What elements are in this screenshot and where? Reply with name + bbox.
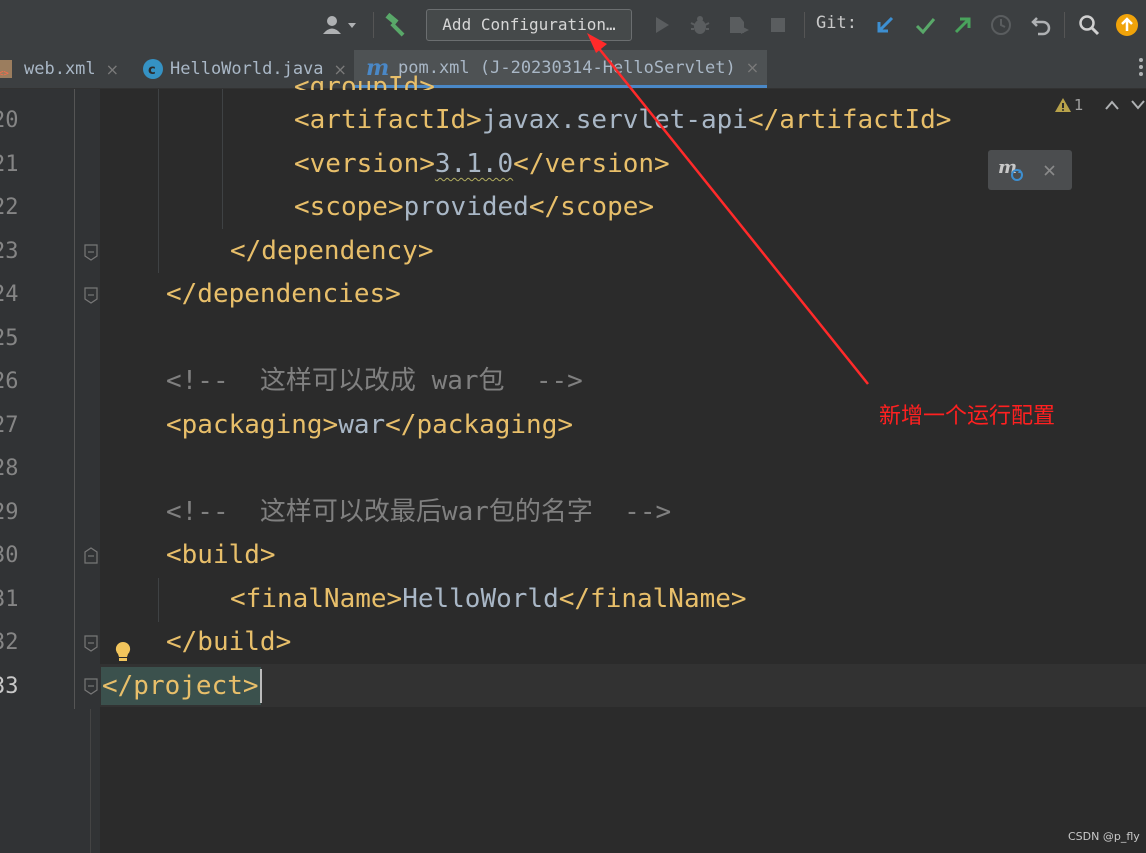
java-class-icon: c [143, 59, 163, 79]
rollback-icon[interactable] [1028, 14, 1054, 36]
tab-close-icon[interactable]: × [746, 58, 759, 77]
line-number: 21 [0, 152, 19, 177]
text-caret [260, 669, 262, 703]
line-number: 20 [0, 108, 19, 133]
tab-close-icon[interactable]: × [106, 60, 119, 79]
git-push-icon[interactable] [950, 14, 976, 36]
maven-reload-icon[interactable]: m [998, 157, 1026, 183]
line-number: 25 [0, 326, 19, 351]
code-line-21: <version>3.1.0</version> [294, 149, 670, 179]
editor-tab-bar: <> web.xml × c HelloWorld.java × m pom.x… [0, 50, 1146, 89]
tab-label: pom.xml (J-20230314-HelloServlet) [398, 57, 736, 78]
code-line-26: <!-- 这样可以改成 war包 --> [166, 366, 583, 396]
more-tabs-icon[interactable] [1136, 56, 1146, 78]
search-icon[interactable] [1076, 14, 1102, 36]
fold-marker-icon[interactable] [83, 634, 99, 652]
lightbulb-icon[interactable] [113, 640, 133, 664]
xml-file-icon: <> [0, 60, 12, 79]
tab-web-xml[interactable]: <> web.xml × [0, 50, 119, 88]
line-number-current: 33 [0, 674, 19, 699]
code-line-31: <finalName>HelloWorld</finalName> [230, 584, 747, 614]
line-number: 28 [0, 456, 19, 481]
code-line-27: <packaging>war</packaging> [166, 410, 573, 440]
fold-marker-icon[interactable] [83, 243, 99, 261]
code-line-24: </dependencies> [166, 279, 401, 309]
fold-marker-icon[interactable] [83, 547, 99, 565]
code-line-22: <scope>provided</scope> [294, 192, 655, 222]
run-with-coverage-icon[interactable] [726, 14, 752, 36]
update-available-icon[interactable] [1114, 14, 1140, 36]
code-line-30: <build> [166, 540, 276, 570]
main-toolbar: Add Configuration… Git: [0, 0, 1146, 50]
code-line-32: </build> [166, 627, 292, 657]
warning-count: 1 [1074, 96, 1084, 114]
line-number: 27 [0, 413, 19, 438]
inspection-widget[interactable]: 1 [1054, 96, 1146, 114]
run-icon[interactable] [650, 14, 674, 36]
debug-icon[interactable] [688, 14, 712, 36]
history-clock-icon[interactable] [988, 14, 1014, 36]
line-number: 30 [0, 543, 19, 568]
git-label: Git: [816, 13, 857, 33]
chevron-down-icon[interactable] [1130, 99, 1146, 111]
code-line-23: </dependency> [230, 236, 434, 266]
svg-text:m: m [998, 157, 1017, 178]
svg-text:c: c [148, 63, 156, 78]
build-hammer-icon[interactable] [382, 13, 410, 37]
chevron-up-icon[interactable] [1104, 99, 1120, 111]
stop-icon[interactable] [766, 14, 790, 36]
git-commit-icon[interactable] [912, 14, 938, 36]
code-line-33[interactable]: </project> [102, 669, 259, 703]
line-number: 22 [0, 195, 19, 220]
line-number: 32 [0, 630, 19, 655]
line-number: 31 [0, 587, 19, 612]
line-number: 26 [0, 369, 19, 394]
line-number: 24 [0, 282, 19, 307]
git-update-icon[interactable] [872, 14, 898, 36]
code-line-29: <!-- 这样可以改最后war包的名字 --> [166, 497, 672, 527]
code-line-partial: <groupId> [294, 72, 435, 90]
fold-marker-icon[interactable] [83, 677, 99, 695]
line-number: 23 [0, 239, 19, 264]
fold-marker-icon[interactable] [83, 286, 99, 304]
code-line-20: <artifactId>javax.servlet-api</artifactI… [294, 105, 952, 135]
close-icon[interactable] [1043, 164, 1056, 177]
annotation-text: 新增一个运行配置 [879, 404, 1056, 429]
add-configuration-button[interactable]: Add Configuration… [426, 9, 632, 41]
vcs-user-icon[interactable] [320, 14, 360, 36]
line-number: 29 [0, 500, 19, 525]
tab-label: web.xml [24, 59, 96, 79]
watermark: CSDN @p_fly [1068, 830, 1140, 843]
maven-reload-popup: m [988, 150, 1072, 190]
warning-icon [1055, 98, 1071, 112]
svg-text:<>: <> [0, 69, 9, 79]
